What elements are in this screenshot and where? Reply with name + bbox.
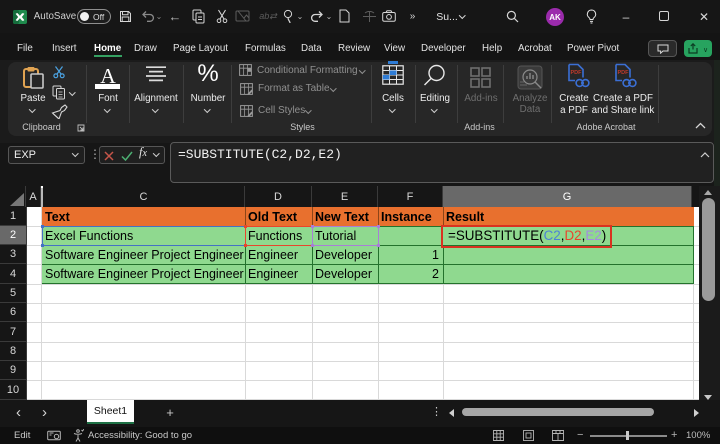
svg-text:PDF: PDF [618, 70, 630, 76]
svg-text:PDF: PDF [571, 70, 583, 76]
